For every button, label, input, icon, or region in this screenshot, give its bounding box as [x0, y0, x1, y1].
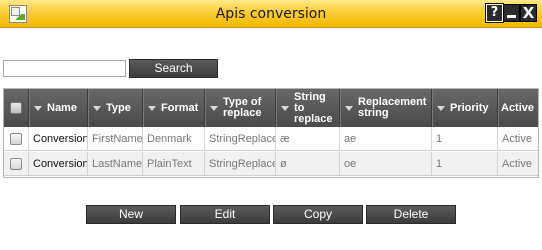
- header-line: replace: [223, 107, 262, 119]
- row-select-cell: [4, 152, 28, 176]
- header-format-label: Format: [161, 101, 199, 114]
- header-string-to-replace-label: String to replace: [294, 91, 333, 125]
- header-replacement-string[interactable]: Replacement string: [339, 89, 431, 127]
- header-line: replace: [294, 112, 333, 125]
- sort-arrow-icon: [437, 105, 445, 111]
- select-all-checkbox[interactable]: [10, 102, 22, 114]
- cell-name: Conversion: [28, 152, 87, 176]
- cell-format: PlainText: [142, 152, 204, 176]
- new-button[interactable]: New: [86, 205, 176, 224]
- header-active-label: Active: [501, 101, 535, 114]
- header-priority[interactable]: Priority: [431, 89, 497, 127]
- row-select-cell: [4, 127, 28, 151]
- cell-type: FirstName: [87, 127, 142, 151]
- header-type[interactable]: Type: [87, 89, 142, 127]
- header-line: string: [358, 107, 389, 119]
- row-checkbox[interactable]: [10, 158, 22, 170]
- sort-arrow-icon: [93, 105, 101, 111]
- search-input[interactable]: [3, 60, 126, 77]
- copy-button[interactable]: Copy: [273, 205, 363, 224]
- cell-format: Denmark: [142, 127, 204, 151]
- header-name[interactable]: Name: [28, 89, 87, 127]
- header-priority-label: Priority: [450, 101, 489, 114]
- title-bar: Apis conversion ? X: [0, 0, 542, 28]
- cell-priority: 1: [431, 127, 497, 151]
- grid-header: Name Type Format Type of replace String …: [4, 89, 538, 127]
- cell-type: LastName: [87, 152, 142, 176]
- table-row[interactable]: Conversion FirstName Denmark StringRepla…: [4, 127, 538, 151]
- help-button[interactable]: ?: [485, 3, 504, 23]
- sort-arrow-icon: [281, 105, 289, 111]
- conversion-grid: Name Type Format Type of replace String …: [3, 88, 539, 178]
- cell-active: Active: [497, 127, 538, 151]
- header-type-label: Type: [106, 101, 131, 114]
- header-format[interactable]: Format: [142, 89, 204, 127]
- cell-type-of-replace: StringReplace: [204, 152, 275, 176]
- cell-name: Conversion: [28, 127, 87, 151]
- header-type-of-replace[interactable]: Type of replace: [204, 89, 275, 127]
- sort-arrow-icon: [148, 105, 156, 111]
- header-string-to-replace[interactable]: String to replace: [275, 89, 339, 127]
- table-row[interactable]: Conversion LastName PlainText StringRepl…: [4, 152, 538, 176]
- header-type-of-replace-label: Type of replace: [223, 97, 262, 119]
- window-title: Apis conversion: [215, 6, 327, 22]
- close-button[interactable]: X: [520, 4, 537, 22]
- header-active[interactable]: Active: [497, 89, 538, 127]
- sort-arrow-icon: [210, 105, 218, 111]
- minimize-button[interactable]: [503, 4, 520, 22]
- cell-string-to-replace: æ: [275, 127, 339, 151]
- search-button[interactable]: Search: [129, 59, 218, 78]
- cell-type-of-replace: StringReplace: [204, 127, 275, 151]
- cell-replacement-string: oe: [339, 152, 431, 176]
- edit-button[interactable]: Edit: [180, 205, 270, 224]
- header-replacement-string-label: Replacement string: [358, 97, 426, 119]
- cell-replacement-string: ae: [339, 127, 431, 151]
- cell-active: Active: [497, 152, 538, 176]
- header-name-label: Name: [47, 101, 77, 114]
- cell-priority: 1: [431, 152, 497, 176]
- cell-string-to-replace: ø: [275, 152, 339, 176]
- header-select-all: [4, 89, 28, 127]
- delete-button[interactable]: Delete: [366, 205, 456, 224]
- row-checkbox[interactable]: [10, 133, 22, 145]
- sort-arrow-icon: [34, 105, 42, 111]
- sort-arrow-icon: [345, 105, 353, 111]
